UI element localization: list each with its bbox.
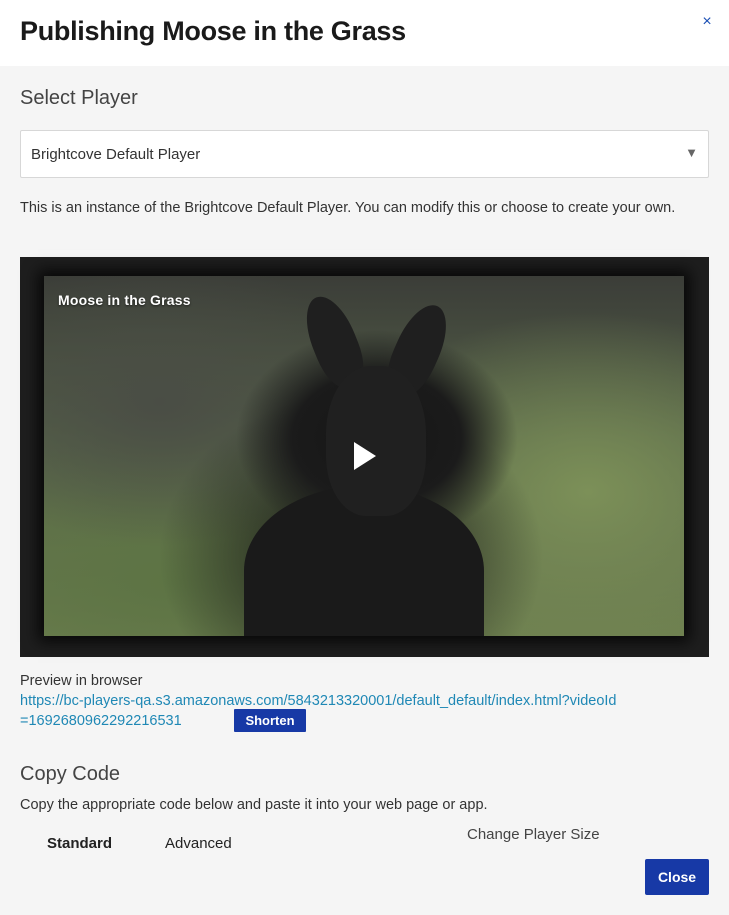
close-icon[interactable]: × [699,14,715,30]
tab-advanced[interactable]: Advanced [165,835,232,852]
tab-standard[interactable]: Standard [47,835,112,852]
video-title: Moose in the Grass [58,292,191,308]
publish-modal: Publishing Moose in the Grass × Select P… [0,0,729,915]
video-poster[interactable]: Moose in the Grass [44,276,684,636]
player-select[interactable]: Brightcove Default Player ▼ [20,130,709,178]
chevron-down-icon: ▼ [685,145,698,160]
copy-code-description: Copy the appropriate code below and past… [20,797,488,813]
preview-link[interactable]: https://bc-players-qa.s3.amazonaws.com/5… [20,691,620,731]
change-player-size-link[interactable]: Change Player Size [467,826,600,843]
modal-title: Publishing Moose in the Grass [20,16,406,46]
shorten-button[interactable]: Shorten [234,709,306,732]
copy-code-heading: Copy Code [20,763,121,785]
modal-header: Publishing Moose in the Grass × [0,0,729,66]
player-select-value: Brightcove Default Player [31,146,201,163]
select-player-heading: Select Player [20,87,138,109]
preview-label: Preview in browser [20,673,143,689]
play-icon[interactable] [352,440,378,472]
player-description: This is an instance of the Brightcove De… [20,200,676,216]
close-button[interactable]: Close [645,859,709,895]
video-player: Moose in the Grass [20,257,709,657]
